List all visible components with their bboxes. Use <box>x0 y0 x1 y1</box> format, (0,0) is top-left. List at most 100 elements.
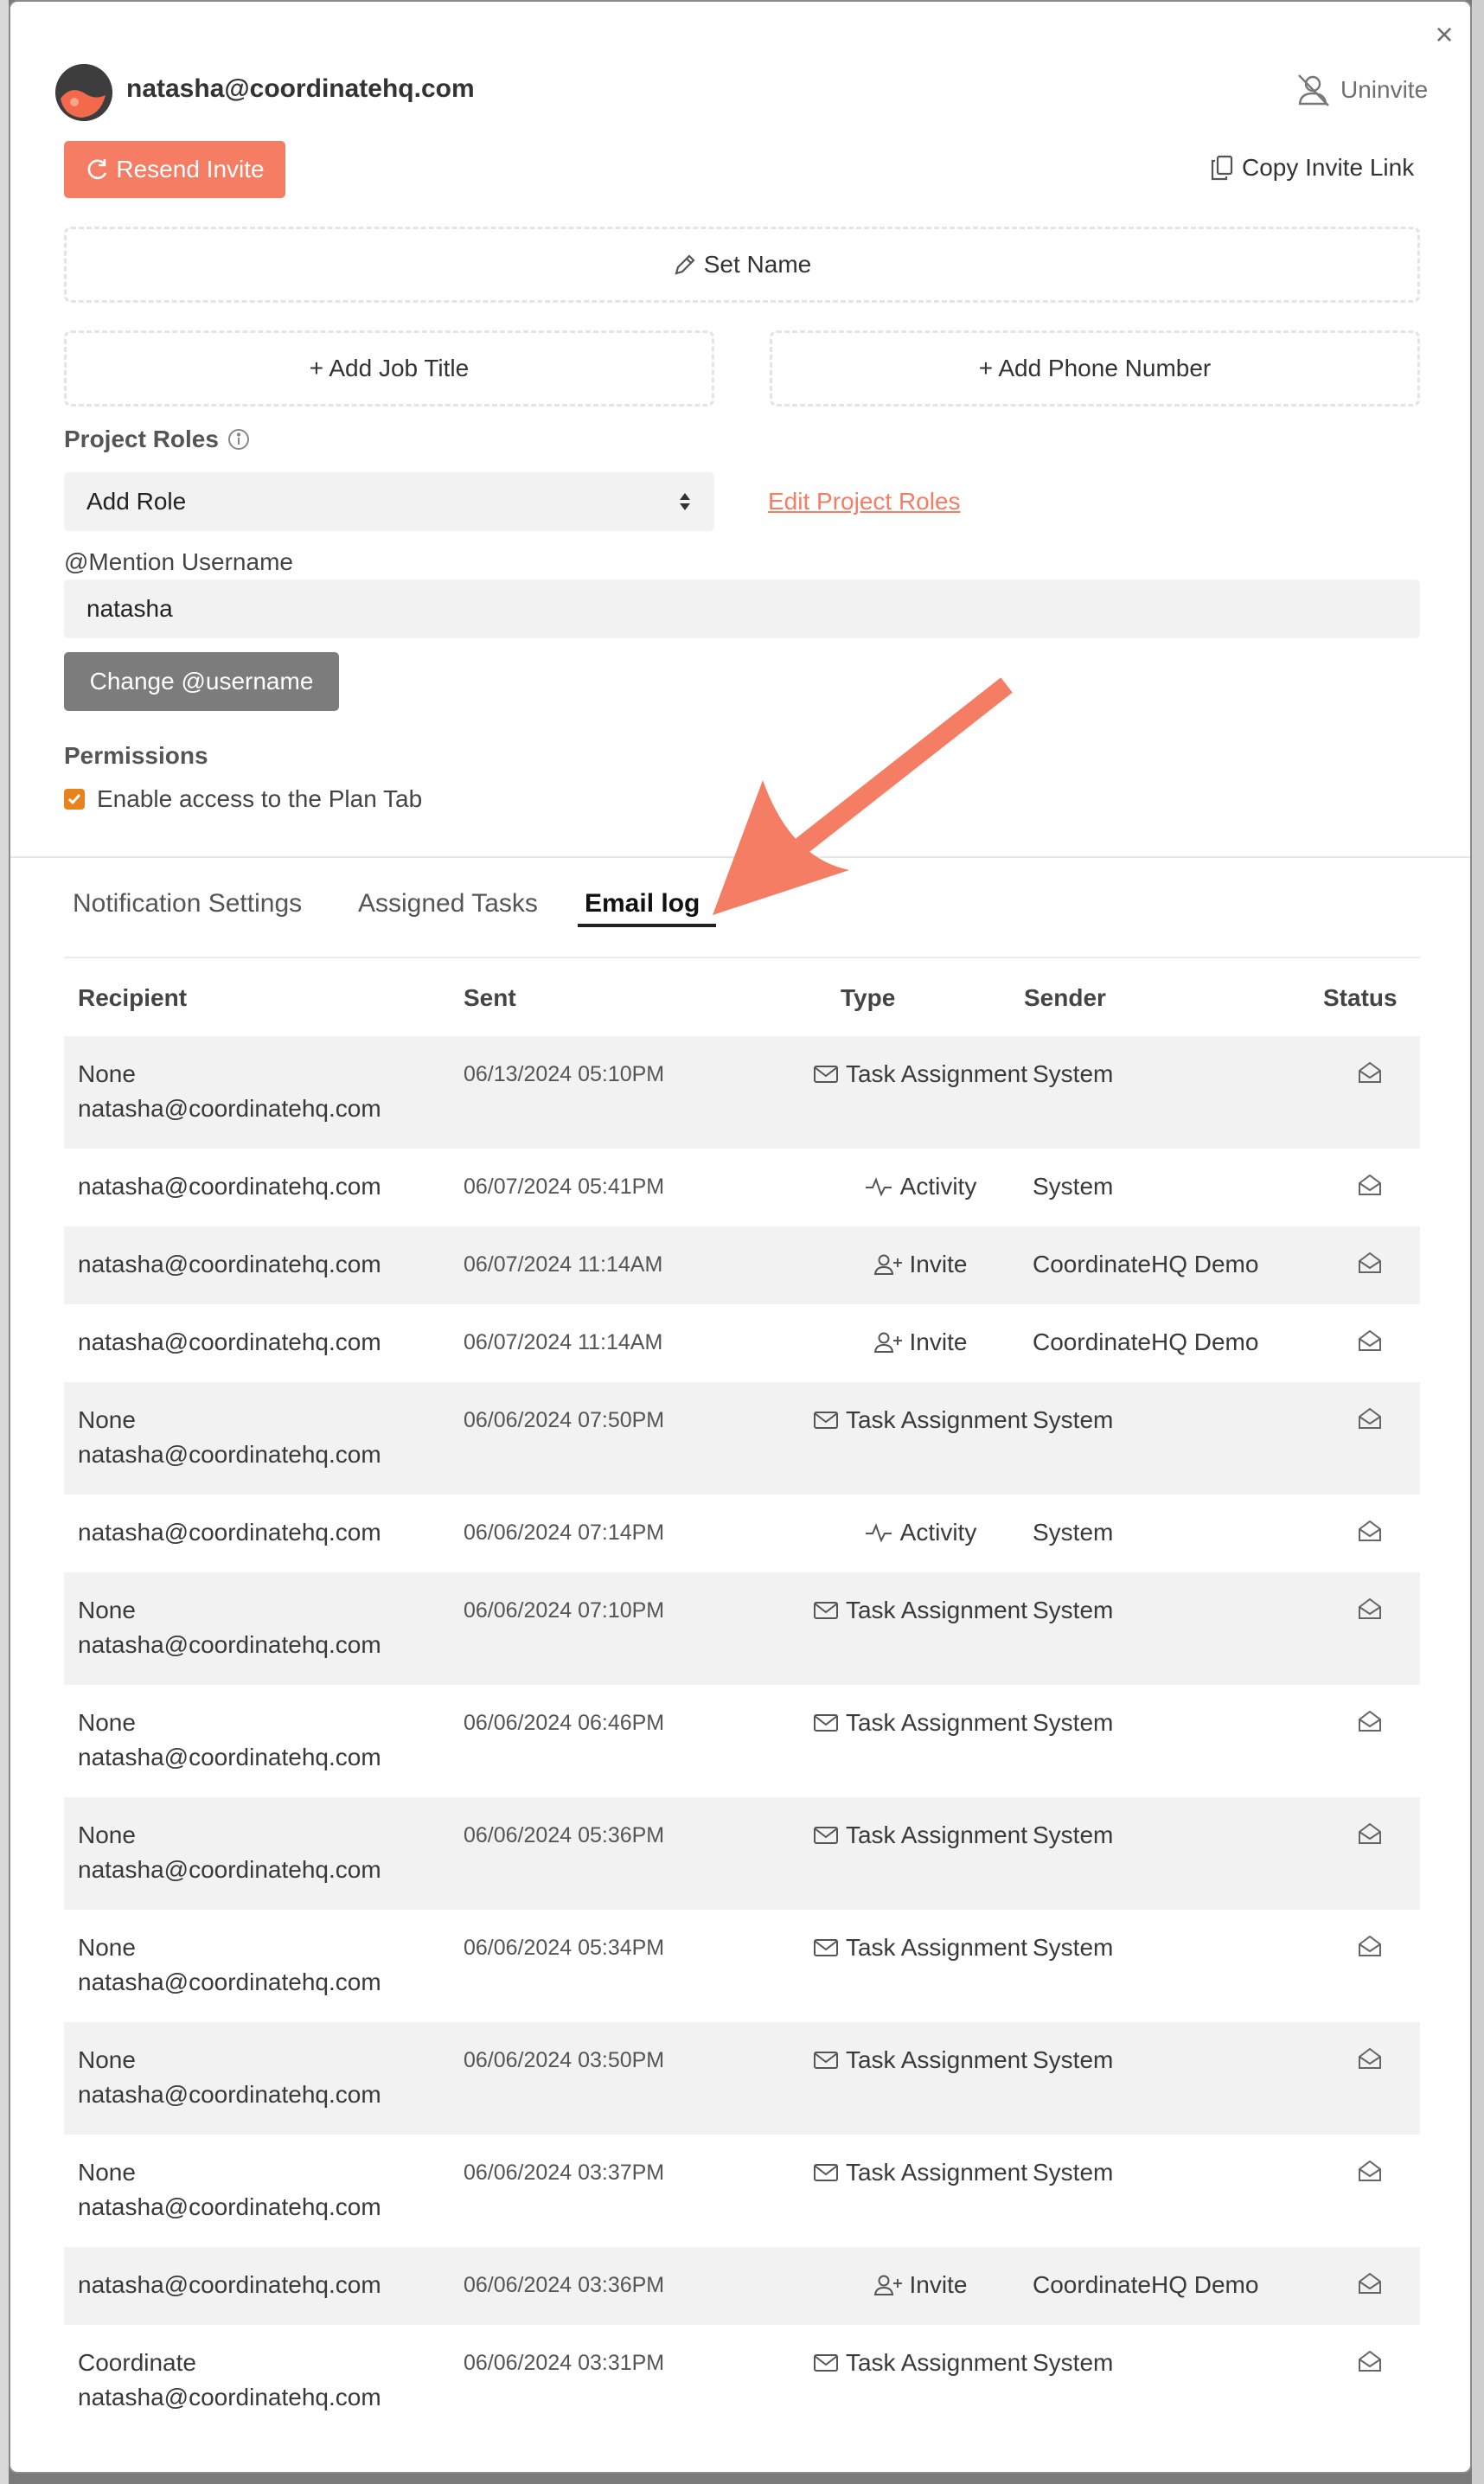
table-row: natasha@coordinatehq.com 06/06/2024 03:36… <box>64 2247 1420 2325</box>
close-button[interactable]: × <box>1427 17 1462 52</box>
recipient-email: natasha@coordinatehq.com <box>78 2271 381 2298</box>
copy-icon <box>1211 155 1233 181</box>
table-row: natasha@coordinatehq.com 06/07/2024 11:14… <box>64 1226 1420 1304</box>
resend-invite-button[interactable]: Resend Invite <box>64 141 285 198</box>
recipient-cell: natasha@coordinatehq.com <box>78 1247 381 1282</box>
table-top-border <box>64 957 1420 958</box>
edit-project-roles-link[interactable]: Edit Project Roles <box>768 488 961 515</box>
envelope-open-icon <box>1357 1173 1383 1197</box>
sender-cell: System <box>1033 1709 1114 1736</box>
sender-cell: System <box>1033 1060 1114 1087</box>
set-name-button[interactable]: Set Name <box>64 227 1420 303</box>
type-cell: Activity <box>764 1169 1076 1204</box>
recipient-name: None <box>78 1060 136 1087</box>
pencil-icon <box>673 253 697 277</box>
mention-username-label: @Mention Username <box>64 548 293 575</box>
user-plus-icon <box>873 1253 903 1276</box>
sent-cell: 06/06/2024 03:50PM <box>464 2048 665 2072</box>
type-cell: Task Assignment <box>764 1057 1076 1092</box>
activity-icon <box>864 1176 893 1197</box>
sender-cell: System <box>1033 1406 1114 1433</box>
recipient-email: natasha@coordinatehq.com <box>78 1856 381 1883</box>
type-label: Task Assignment <box>845 2159 1028 2186</box>
recipient-email: natasha@coordinatehq.com <box>78 1744 381 1770</box>
plan-tab-checkbox[interactable] <box>64 789 85 810</box>
page-backdrop-left <box>0 0 9 2484</box>
tab-assigned-tasks[interactable]: Assigned Tasks <box>358 889 538 919</box>
plan-tab-permission[interactable]: Enable access to the Plan Tab <box>64 785 422 813</box>
table-row: None natasha@coordinatehq.com 06/06/2024 0… <box>64 1797 1420 1910</box>
annotation-arrow <box>713 677 1013 915</box>
recipient-cell: natasha@coordinatehq.com <box>78 1515 381 1550</box>
mail-icon <box>813 1600 839 1621</box>
type-label: Task Assignment <box>845 1597 1028 1623</box>
recipient-name: None <box>78 1934 136 1961</box>
refresh-icon <box>85 157 109 182</box>
uninvite-button[interactable]: Uninvite <box>1295 73 1428 107</box>
copy-invite-link-button[interactable]: Copy Invite Link <box>1211 154 1414 182</box>
sender-cell: System <box>1033 2349 1114 2376</box>
recipient-cell: natasha@coordinatehq.com <box>78 1169 381 1204</box>
recipient-name: Coordinate <box>78 2349 196 2376</box>
type-label: Task Assignment <box>845 2046 1028 2073</box>
set-name-label: Set Name <box>703 251 812 278</box>
recipient-cell: natasha@coordinatehq.com <box>78 1325 381 1360</box>
recipient-email: natasha@coordinatehq.com <box>78 1969 381 1995</box>
role-select-value: Add Role <box>86 488 187 515</box>
recipient-email: natasha@coordinatehq.com <box>78 1328 381 1355</box>
tab-notification-settings[interactable]: Notification Settings <box>73 889 302 919</box>
table-row: natasha@coordinatehq.com 06/06/2024 07:14… <box>64 1495 1420 1572</box>
info-icon[interactable] <box>227 428 250 451</box>
page-backdrop-right <box>1472 0 1484 2484</box>
sender-cell: CoordinateHQ Demo <box>1033 1328 1259 1355</box>
type-label: Invite <box>909 1328 968 1355</box>
sent-cell: 06/13/2024 05:10PM <box>464 1062 665 1086</box>
mail-icon <box>813 1713 839 1733</box>
type-label: Task Assignment <box>845 1709 1028 1736</box>
recipient-name: None <box>78 1821 136 1848</box>
sender-cell: System <box>1033 1934 1114 1961</box>
sender-cell: System <box>1033 1821 1114 1848</box>
mail-icon <box>813 2050 839 2071</box>
user-plus-icon <box>873 2274 903 2296</box>
table-row: None natasha@coordinatehq.com 06/06/2024 0… <box>64 1910 1420 2022</box>
sender-cell: CoordinateHQ Demo <box>1033 1251 1259 1277</box>
add-job-title-label: + Add Job Title <box>309 355 470 381</box>
envelope-open-icon <box>1357 1251 1383 1275</box>
status-cell <box>1344 1406 1396 1431</box>
table-row: None natasha@coordinatehq.com 06/06/2024 0… <box>64 2135 1420 2247</box>
recipient-email: natasha@coordinatehq.com <box>78 1251 381 1277</box>
table-row: None natasha@coordinatehq.com 06/06/2024 0… <box>64 1685 1420 1797</box>
mail-icon <box>813 1410 839 1431</box>
recipient-email: natasha@coordinatehq.com <box>78 1173 381 1200</box>
table-row: None natasha@coordinatehq.com 06/13/2024 0… <box>64 1036 1420 1149</box>
status-cell <box>1344 2159 1396 2183</box>
status-cell <box>1344 1060 1396 1085</box>
column-header-sender: Sender <box>1024 984 1106 1011</box>
envelope-open-icon <box>1357 1519 1383 1543</box>
recipient-cell: None natasha@coordinatehq.com <box>78 1593 381 1662</box>
type-label: Task Assignment <box>845 1934 1028 1961</box>
recipient-email: natasha@coordinatehq.com <box>78 2193 381 2220</box>
recipient-cell: None natasha@coordinatehq.com <box>78 1818 381 1887</box>
status-cell <box>1344 1328 1396 1353</box>
type-cell: Task Assignment <box>764 1403 1076 1437</box>
envelope-open-icon <box>1357 2046 1383 2071</box>
status-cell <box>1344 1709 1396 1733</box>
envelope-open-icon <box>1357 1406 1383 1431</box>
avatar <box>55 64 112 121</box>
envelope-open-icon <box>1357 1060 1383 1085</box>
change-username-button[interactable]: Change @username <box>64 652 339 711</box>
user-slash-icon <box>1295 73 1332 107</box>
add-phone-number-button[interactable]: + Add Phone Number <box>770 330 1420 407</box>
type-label: Activity <box>899 1173 977 1200</box>
status-cell <box>1344 2046 1396 2071</box>
type-label: Task Assignment <box>845 1060 1028 1087</box>
add-job-title-button[interactable]: + Add Job Title <box>64 330 714 407</box>
column-header-recipient: Recipient <box>78 984 188 1011</box>
table-row: natasha@coordinatehq.com 06/07/2024 05:41… <box>64 1149 1420 1226</box>
role-select[interactable]: Add Role <box>64 472 714 531</box>
add-phone-number-label: + Add Phone Number <box>978 355 1212 381</box>
username-field[interactable]: natasha <box>64 579 1420 638</box>
mail-icon <box>813 1825 839 1846</box>
